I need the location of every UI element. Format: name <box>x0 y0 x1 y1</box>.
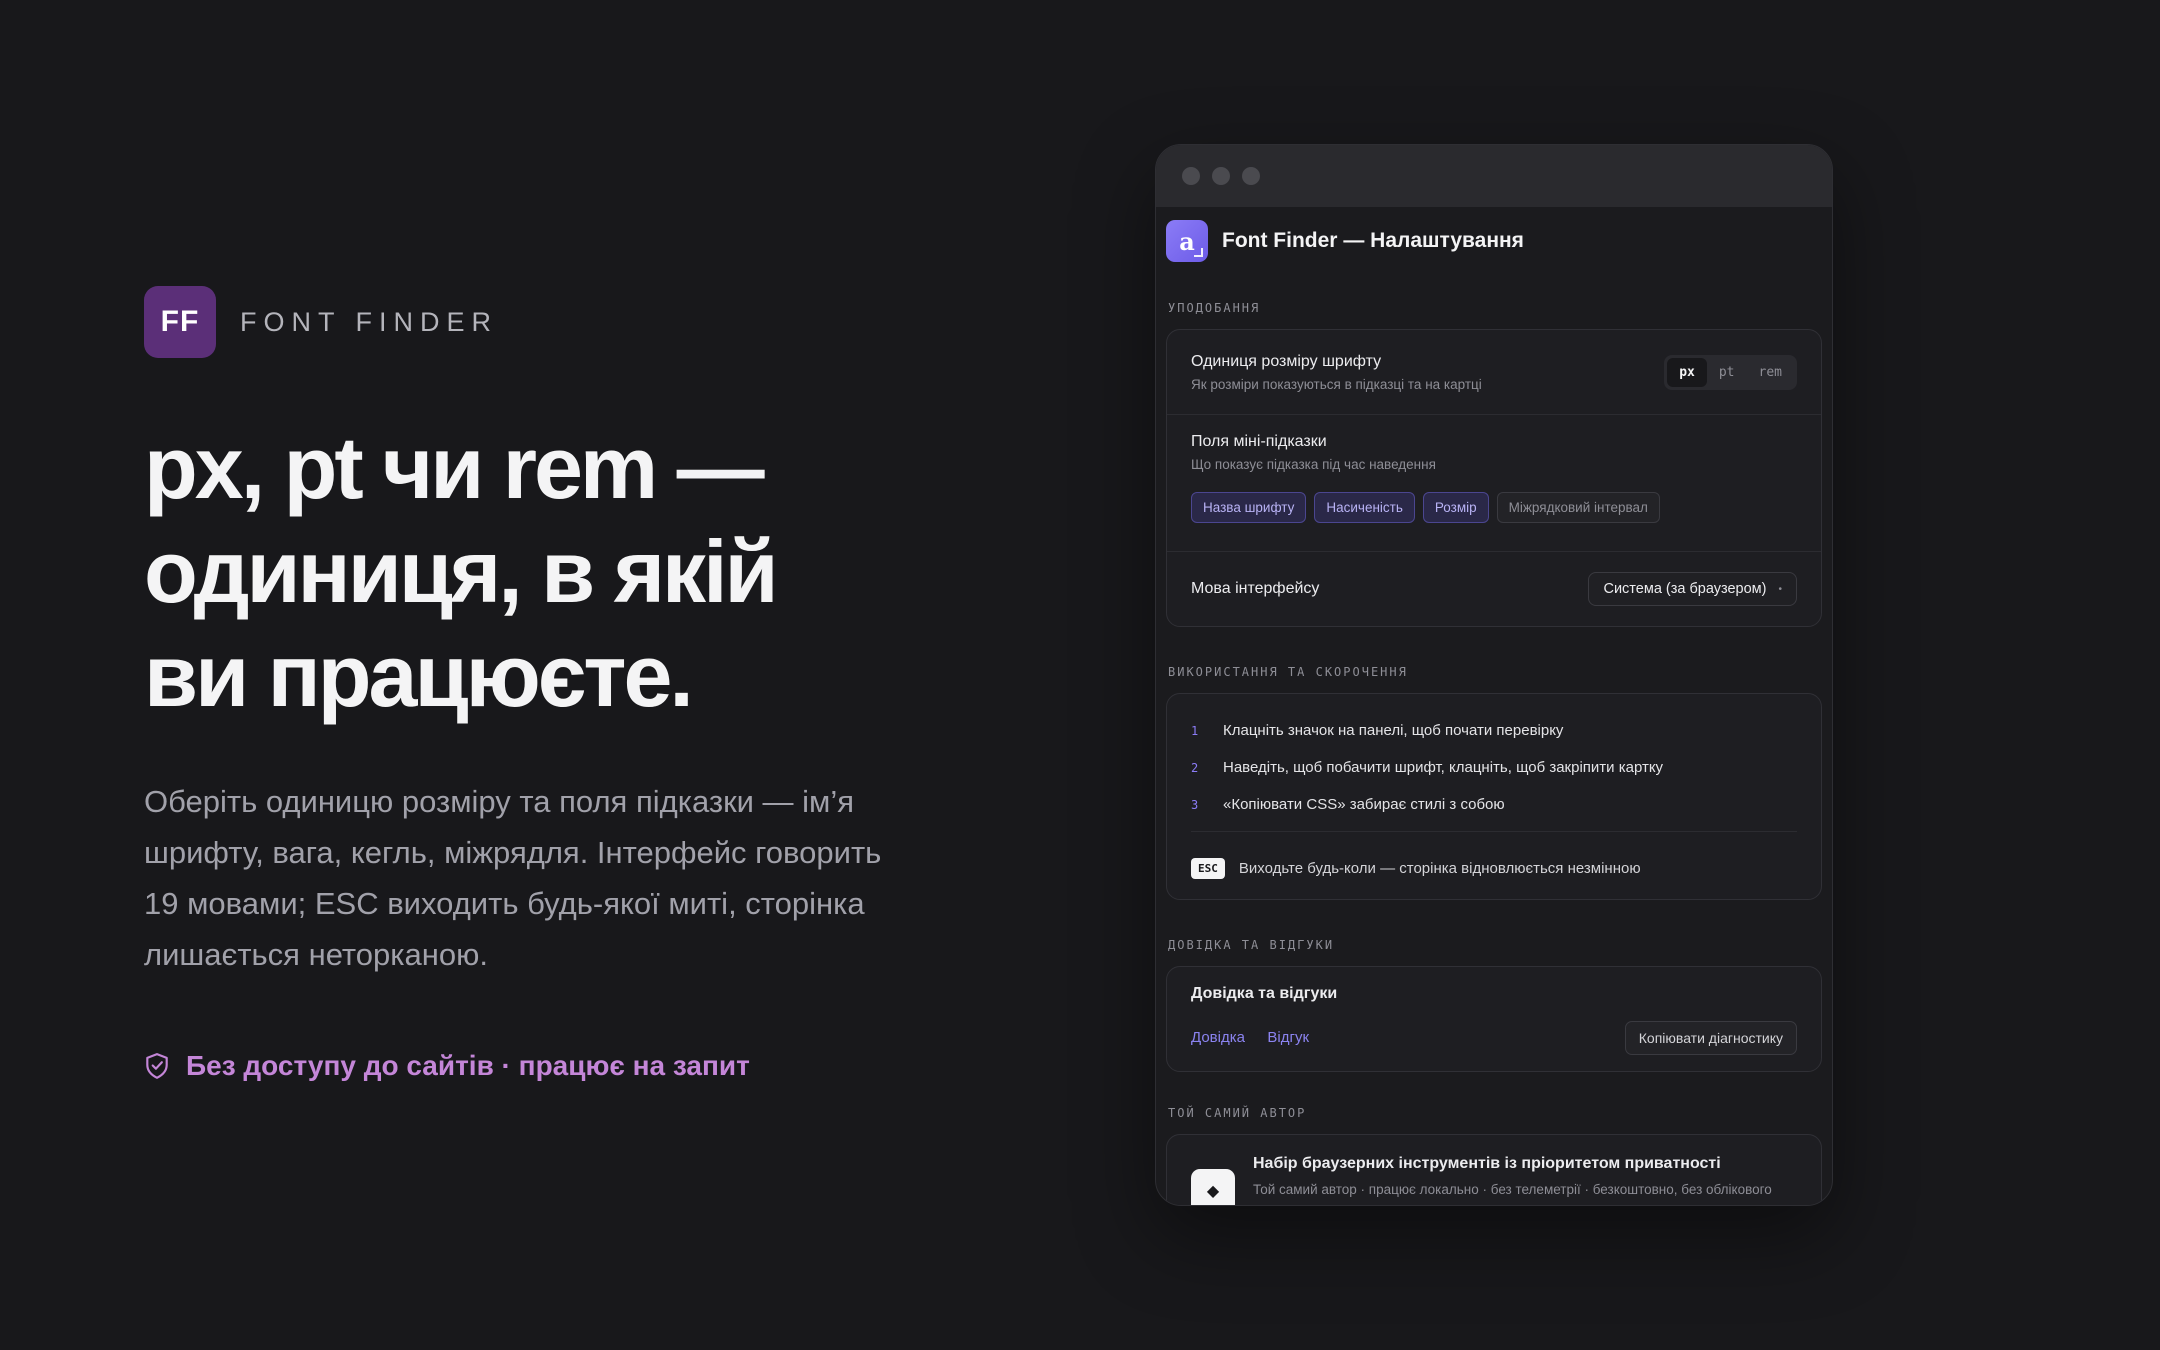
step-text: Наведіть, щоб побачити шрифт, клацніть, … <box>1223 759 1664 776</box>
esc-hint: ESC Виходьте будь-коли — сторінка віднов… <box>1167 844 1821 899</box>
language-row: Мова інтерфейсу Система (за браузером) • <box>1167 552 1821 626</box>
app-window: a Font Finder — Налаштування УПОДОБАННЯ … <box>1155 144 1833 1206</box>
corner-bracket-icon <box>1194 248 1203 257</box>
language-select-value: Система (за браузером) <box>1603 581 1767 597</box>
step-text: Клацніть значок на панелі, щоб почати пе… <box>1223 722 1564 739</box>
unit-segmented-control: px pt rem <box>1664 354 1797 390</box>
app-icon-letter: a <box>1179 226 1195 256</box>
help-card: Довідка та відгуки Довідка Відгук Копіюв… <box>1166 966 1822 1072</box>
headline: px, pt чи rem — одиниця, в якій ви працю… <box>144 416 924 728</box>
esc-text: Виходьте будь-коли — сторінка відновлюєт… <box>1238 860 1641 877</box>
divider <box>1191 831 1797 832</box>
step-number: 1 <box>1191 723 1199 738</box>
section-label-help: ДОВІДКА ТА ВІДГУКИ <box>1168 938 1335 952</box>
app-icon: a <box>1166 220 1208 262</box>
language-select[interactable]: Система (за браузером) • <box>1588 572 1797 606</box>
esc-key: ESC <box>1191 858 1225 879</box>
chip-line-height[interactable]: Міжрядковий інтервал <box>1496 492 1660 523</box>
fields-subtitle: Що показує підказка під час наведення <box>1191 457 1436 472</box>
steps-list: 1 Клацніть значок на панелі, щоб почати … <box>1167 694 1821 844</box>
chevron-down-icon: • <box>1778 583 1782 595</box>
brand: FF FONT FINDER <box>144 286 924 358</box>
window-titlebar <box>1156 145 1832 207</box>
window-body: a Font Finder — Налаштування УПОДОБАННЯ … <box>1156 211 1832 1205</box>
step-number: 2 <box>1191 760 1199 775</box>
hero: FF FONT FINDER px, pt чи rem — одиниця, … <box>144 286 924 1082</box>
tooltip-fields-row: Поля міні-підказки Що показує підказка п… <box>1167 415 1821 552</box>
shield-check-icon <box>146 1053 168 1079</box>
help-links: Довідка Відгук Копіювати діагностику <box>1191 1021 1797 1055</box>
chip-size[interactable]: Розмір <box>1422 492 1489 523</box>
help-title: Довідка та відгуки <box>1191 985 1338 1002</box>
app-header: a Font Finder — Налаштування <box>1166 211 1822 271</box>
app-title: Font Finder — Налаштування <box>1222 229 1524 252</box>
headline-line-2: одиниця, в якій <box>144 522 779 621</box>
list-item: 2 Наведіть, щоб побачити шрифт, клацніть… <box>1191 749 1797 786</box>
window-zoom-dot[interactable] <box>1242 167 1260 185</box>
unit-option-rem[interactable]: rem <box>1747 358 1794 387</box>
chip-font-name[interactable]: Назва шрифту <box>1191 492 1307 523</box>
promo-text: Набір браузерних інструментів із пріорит… <box>1253 1155 1773 1205</box>
author-card[interactable]: ◆ Набір браузерних інструментів із пріор… <box>1166 1134 1822 1205</box>
trust-text: Без доступу до сайтів · працює на запит <box>186 1050 750 1081</box>
section-label-usage: ВИКОРИСТАННЯ ТА СКОРОЧЕННЯ <box>1168 665 1408 679</box>
lead-paragraph: Оберіть одиницю розміру та поля підказки… <box>144 784 882 972</box>
list-item: 3 «Копіювати CSS» забирає стилі з собою <box>1191 786 1797 823</box>
window-close-dot[interactable] <box>1182 167 1200 185</box>
chip-weight[interactable]: Насиченість <box>1314 492 1415 523</box>
window-minimize-dot[interactable] <box>1212 167 1230 185</box>
promo-subtitle: Той самий автор · працює локально · без … <box>1253 1182 1772 1205</box>
diamond-icon: ◆ <box>1191 1169 1235 1205</box>
preferences-card: Одиниця розміру шрифту Як розміри показу… <box>1166 329 1822 627</box>
usage-card: 1 Клацніть значок на панелі, щоб почати … <box>1166 693 1822 900</box>
unit-option-px[interactable]: px <box>1667 357 1707 387</box>
promo-title: Набір браузерних інструментів із пріорит… <box>1253 1155 1721 1172</box>
brand-name: FONT FINDER <box>240 306 498 337</box>
trust-line: Без доступу до сайтів · працює на запит <box>144 1050 924 1082</box>
fields-title: Поля міні-підказки <box>1191 433 1327 450</box>
screen: FF FONT FINDER px, pt чи rem — одиниця, … <box>0 0 2160 1350</box>
help-link[interactable]: Довідка <box>1191 1029 1245 1046</box>
list-item: 1 Клацніть значок на панелі, щоб почати … <box>1191 712 1797 749</box>
brand-logo: FF <box>144 286 216 358</box>
fields-chips: Назва шрифту Насиченість Розмір Міжрядко… <box>1191 492 1797 523</box>
section-label-preferences: УПОДОБАННЯ <box>1168 301 1261 315</box>
headline-line-3: ви працюєте. <box>144 626 694 725</box>
unit-option-pt[interactable]: pt <box>1707 358 1747 387</box>
feedback-link[interactable]: Відгук <box>1267 1029 1309 1046</box>
unit-row: Одиниця розміру шрифту Як розміри показу… <box>1167 330 1821 415</box>
language-title: Мова інтерфейсу <box>1191 580 1320 597</box>
headline-line-1: px, pt чи rem — <box>144 418 765 517</box>
step-text: «Копіювати CSS» забирає стилі з собою <box>1223 796 1505 813</box>
step-number: 3 <box>1191 797 1199 812</box>
unit-title: Одиниця розміру шрифту <box>1191 352 1382 370</box>
unit-subtitle: Як розміри показуються в підказці та на … <box>1191 376 1482 392</box>
author-promo: ◆ Набір браузерних інструментів із пріор… <box>1167 1135 1821 1205</box>
copy-diagnostics-button[interactable]: Копіювати діагностику <box>1624 1021 1797 1055</box>
section-label-author: ТОЙ САМИЙ АВТОР <box>1168 1106 1307 1120</box>
